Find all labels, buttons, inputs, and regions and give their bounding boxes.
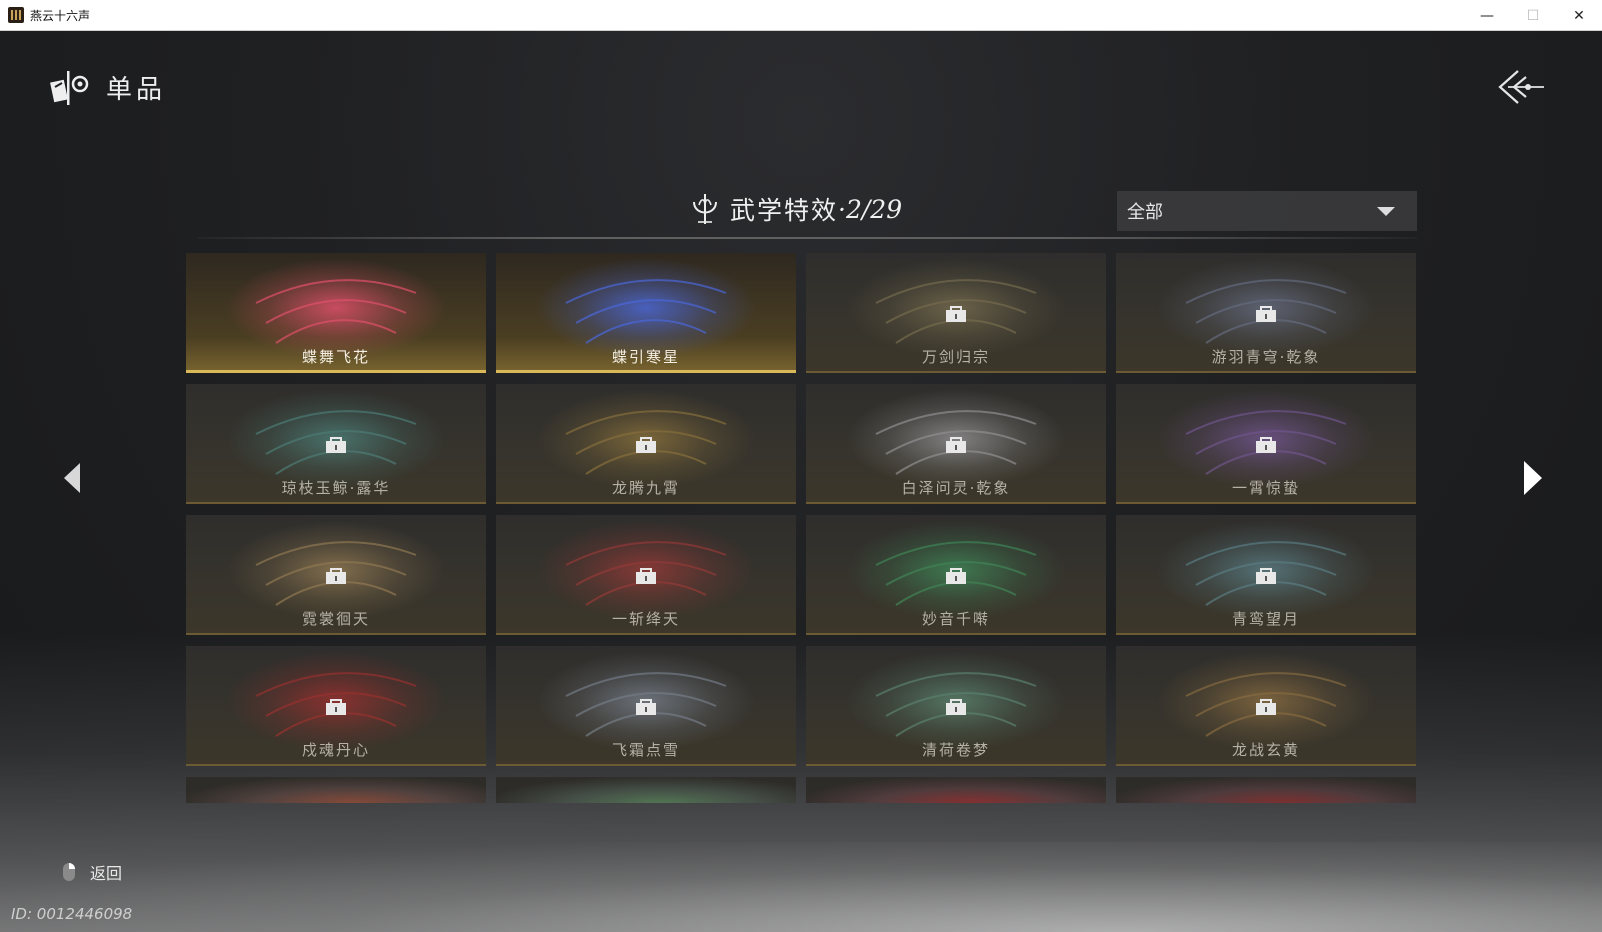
effect-name: 戍魂丹心 [301,741,370,759]
effect-tile[interactable]: 游羽青穹·乾象 [1116,253,1416,373]
effect-name: 白泽问灵·乾象 [901,479,1011,497]
effect-name: 青鸾望月 [1231,610,1300,628]
lock-icon [636,437,656,453]
effect-name: 飞霜点雪 [611,741,680,759]
effect-glow [536,258,756,358]
return-label: 返回 [90,864,123,883]
effect-name: 游羽青穹·乾象 [1211,348,1321,366]
game-viewport: 单品 武学特效 ·2/29 全部 蝶舞飞花 蝶引寒星 万剑归宗 游羽青穹·乾象 … [0,31,1602,932]
effect-tile[interactable]: 妙音千啭 [806,515,1106,635]
arrow-left-icon[interactable] [60,461,84,495]
effect-tile[interactable]: 清荷卷梦 [806,646,1106,766]
effect-tile[interactable]: 白泽问灵·乾象 [806,384,1106,504]
effect-tile[interactable]: 戍魂丹心 [186,646,486,766]
effect-name: 蝶引寒星 [611,348,680,366]
lock-icon [326,568,346,584]
effect-tile[interactable]: 飞霜点雪 [496,646,796,766]
effect-tile[interactable]: 龙战玄黄 [1116,646,1416,766]
maximize-button[interactable]: ☐ [1510,0,1556,31]
effect-name: 蝶舞飞花 [301,348,370,366]
effect-tile-partial[interactable] [1116,777,1416,803]
section-divider [197,237,1417,239]
window-controls: — ☐ ✕ [1464,0,1602,31]
section-label: 武学特效 [730,196,839,225]
effect-name: 万剑归宗 [921,348,990,366]
effect-tile[interactable]: 蝶舞飞花 [186,253,486,373]
lock-icon [1256,306,1276,322]
item-emblem-icon [50,71,89,105]
lock-icon [946,437,966,453]
lock-icon [946,306,966,322]
filter-selected-value: 全部 [1127,202,1163,223]
effect-name: 一斩绛天 [611,610,680,628]
effect-name: 清荷卷梦 [921,741,990,759]
lock-icon [636,699,656,715]
effect-tile[interactable]: 龙腾九霄 [496,384,796,504]
lock-icon [946,699,966,715]
lock-icon [636,568,656,584]
martial-emblem-icon [693,194,717,224]
lock-icon [326,699,346,715]
effect-name: 琼枝玉鲸·露华 [281,479,391,497]
effect-tile[interactable]: 霓裳徊天 [186,515,486,635]
effect-name: 妙音千啭 [921,610,990,628]
effect-glow [226,258,446,358]
mouse-right-click-icon [63,863,75,881]
effect-tile[interactable]: 一霄惊蛰 [1116,384,1416,504]
effect-name: 龙战玄黄 [1231,741,1300,759]
effect-tile-partial[interactable] [806,777,1106,803]
effect-tile[interactable]: 一斩绛天 [496,515,796,635]
chevron-down-icon [1377,207,1395,216]
effect-name: 龙腾九霄 [611,479,680,497]
snow-ground [0,842,1602,932]
effect-tile-partial[interactable] [496,777,796,803]
effect-tile[interactable]: 琼枝玉鲸·露华 [186,384,486,504]
lock-icon [1256,699,1276,715]
window-title: 燕云十六声 [30,8,91,23]
player-id: ID: 0012446098 [11,905,133,923]
collection-count: ·2/29 [838,194,903,224]
effect-tile-partial[interactable] [186,777,486,803]
arrow-right-icon[interactable] [1520,459,1546,497]
return-hint[interactable]: 返回 [62,860,122,884]
effect-tile[interactable]: 万剑归宗 [806,253,1106,373]
effect-name: 霓裳徊天 [301,610,370,628]
back-arrow-icon[interactable] [1496,67,1546,107]
window-titlebar: 燕云十六声 — ☐ ✕ [0,0,1602,31]
minimize-button[interactable]: — [1464,0,1510,31]
effect-name: 一霄惊蛰 [1231,479,1300,497]
lock-icon [1256,437,1276,453]
effect-tile[interactable]: 青鸾望月 [1116,515,1416,635]
section-title: 武学特效 ·2/29 [690,187,902,231]
effect-tile[interactable]: 蝶引寒星 [496,253,796,373]
category-filter-dropdown[interactable]: 全部 [1117,191,1417,231]
lock-icon [1256,568,1276,584]
app-icon [8,7,24,23]
lock-icon [946,568,966,584]
close-button[interactable]: ✕ [1556,0,1602,31]
page-title: 单品 [106,75,167,105]
lock-icon [326,437,346,453]
